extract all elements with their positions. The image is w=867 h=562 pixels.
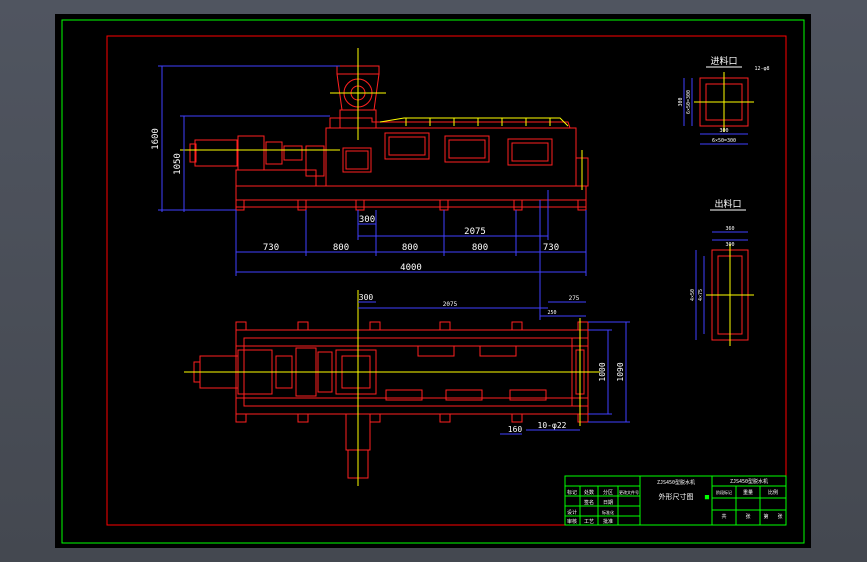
sheet-background: [55, 14, 811, 548]
inlet-detail-dim-1-text: 300: [719, 128, 728, 134]
tb-label-2: 分区: [603, 489, 613, 496]
outlet-detail-dim-2-text: 300: [725, 242, 734, 248]
dim-2075-text: 2075: [464, 227, 486, 237]
tb-label-4: 签名: [584, 499, 594, 506]
plan-holes-text: 10-φ22: [538, 421, 567, 430]
dim-seg-5-text: 730: [543, 243, 559, 253]
tb-label-15: 张: [745, 513, 750, 520]
dim-1600-text: 1600: [151, 128, 161, 150]
plan-dim-300-text: 300: [359, 293, 374, 302]
inlet-detail-note: 12-φ8: [754, 66, 769, 72]
outlet-detail-title: 出料口: [714, 198, 741, 210]
dim-seg-3-text: 800: [402, 243, 418, 253]
plan-dim-250-text: 250: [547, 310, 556, 316]
tb-label-9: 重量: [743, 489, 753, 496]
inlet-detail-dim-4-text: 6×50=300: [686, 90, 692, 114]
outlet-detail-dim-4-text: 4×75: [698, 289, 704, 301]
outlet-detail-dim-1-text: 360: [725, 226, 734, 232]
tb-label-1: 处数: [584, 489, 594, 496]
plan-dim-160-text: 160: [508, 425, 523, 434]
tb-label-3: 更改文件号: [619, 489, 639, 495]
inlet-detail-dim-3-text: 300: [678, 97, 684, 106]
tb-label-7: 标准化: [602, 509, 614, 515]
outlet-detail-dim-3-text: 4×50: [690, 289, 696, 301]
dim-seg-1-text: 730: [263, 243, 279, 253]
tb-label-12: 工艺: [584, 519, 594, 525]
tb-label-5: 日期: [603, 500, 613, 506]
inlet-detail-title: 进料口: [710, 55, 737, 67]
tb-drawing-name: 外形尺寸图: [659, 492, 694, 501]
tb-label-11: 审核: [567, 518, 577, 525]
tb-label-17: 张: [777, 513, 782, 520]
tb-label-14: 共: [721, 513, 726, 520]
tb-label-13: 批准: [603, 518, 613, 525]
dim-300-text: 300: [359, 215, 375, 225]
inlet-detail-dim-2-text: 6×50=300: [712, 138, 736, 144]
tb-product: ZJS450型脱水机: [657, 479, 695, 486]
plan-dim-275-text: 275: [569, 295, 580, 302]
plan-dim-1000-text: 1000: [598, 362, 607, 381]
tb-label-8: 阶段标记: [716, 489, 732, 495]
tb-product-right: ZJS450型脱水机: [730, 478, 768, 485]
cad-drawing: 1600 1050 300 2075 730 800 800 800 730 4…: [55, 14, 811, 548]
tb-label-10: 比例: [768, 489, 778, 496]
tb-label-0: 标记: [567, 489, 577, 496]
tb-label-6: 设计: [567, 509, 577, 516]
dim-seg-4-text: 800: [472, 243, 488, 253]
viewport: 1600 1050 300 2075 730 800 800 800 730 4…: [0, 0, 867, 562]
dim-seg-2-text: 800: [333, 243, 349, 253]
plan-dim-2075-text: 2075: [443, 301, 458, 308]
plan-dim-1090-text: 1090: [616, 362, 625, 381]
tb-label-16: 第: [763, 513, 768, 520]
dim-1050-text: 1050: [173, 153, 183, 175]
dim-total-text: 4000: [400, 263, 422, 273]
